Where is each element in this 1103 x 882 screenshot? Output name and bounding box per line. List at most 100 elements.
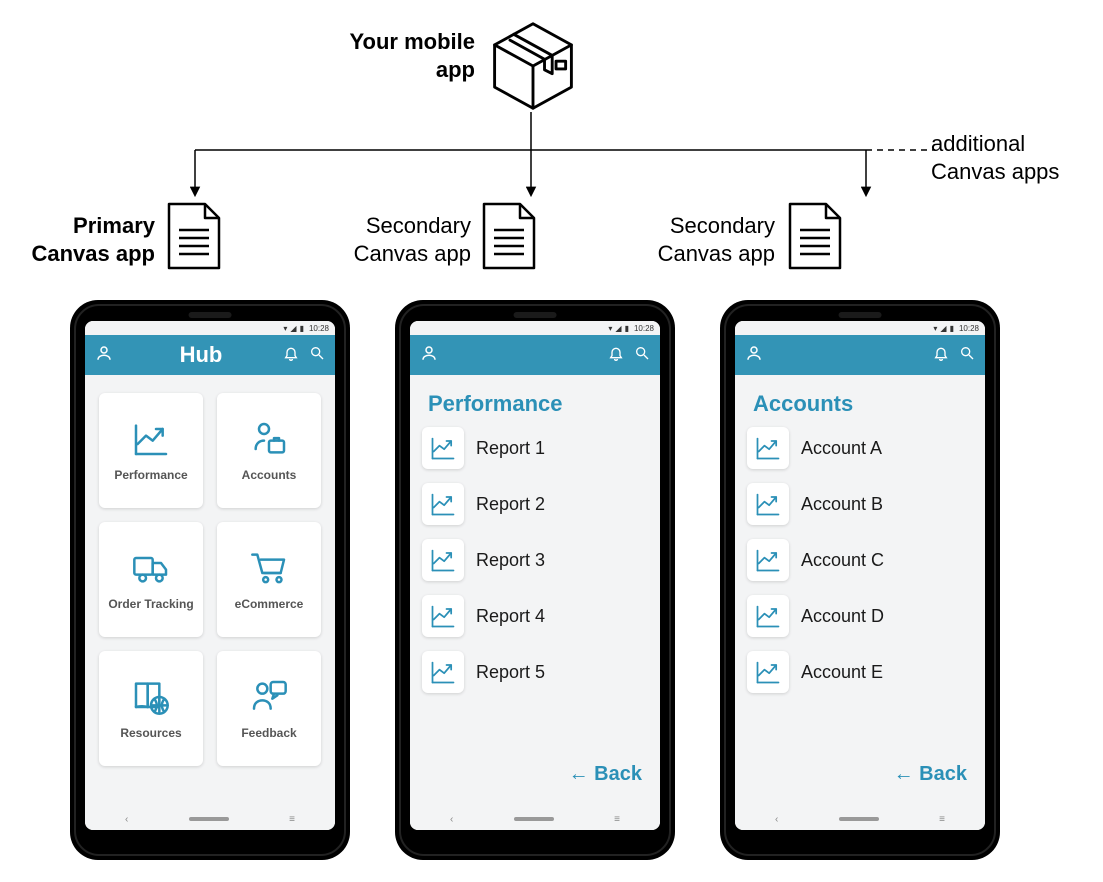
section-title: Accounts <box>753 391 971 417</box>
chart-icon <box>422 651 464 693</box>
nav-recent-icon[interactable]: ≡ <box>289 814 295 825</box>
bell-icon[interactable] <box>608 345 624 366</box>
profile-icon[interactable] <box>420 344 444 367</box>
hub-grid: Performance Accounts Order Tracking eCom… <box>97 387 323 772</box>
app-bar: Hub <box>85 335 335 375</box>
phone-accounts-screen: ▾ ◢ ▮ 10:28 . Accounts <box>735 321 985 830</box>
android-nav-bar: ‹ ≡ <box>410 808 660 830</box>
signal-icon: ◢ <box>290 324 296 333</box>
back-button[interactable]: ← Back <box>894 755 973 802</box>
list-item[interactable]: Account D <box>747 595 973 637</box>
list-item-label: Account A <box>801 438 882 459</box>
status-bar: ▾ ◢ ▮ 10:28 <box>735 321 985 335</box>
list-item[interactable]: Report 1 <box>422 427 648 469</box>
document-icon-0 <box>165 200 223 272</box>
list-item-label: Report 2 <box>476 494 545 515</box>
nav-recent-icon[interactable]: ≡ <box>939 814 945 825</box>
search-icon[interactable] <box>959 345 975 366</box>
diagram-stage: Your mobileapp additionalCanvas apps Pri… <box>0 0 1103 882</box>
hub-tile-ecommerce[interactable]: eCommerce <box>217 522 321 637</box>
list-item-label: Report 3 <box>476 550 545 571</box>
list-item[interactable]: Report 3 <box>422 539 648 581</box>
nav-back-icon[interactable]: ‹ <box>125 814 128 825</box>
list-item-label: Account B <box>801 494 883 515</box>
document-icon-2 <box>786 200 844 272</box>
list-item[interactable]: Report 4 <box>422 595 648 637</box>
nav-recent-icon[interactable]: ≡ <box>614 814 620 825</box>
section-title: Performance <box>428 391 646 417</box>
list-item[interactable]: Account A <box>747 427 973 469</box>
android-nav-bar: ‹ ≡ <box>735 808 985 830</box>
nav-home-icon[interactable] <box>514 817 554 821</box>
hub-tile-performance[interactable]: Performance <box>99 393 203 508</box>
bell-icon[interactable] <box>283 345 299 366</box>
nav-home-icon[interactable] <box>189 817 229 821</box>
tile-label: Resources <box>120 726 181 740</box>
chart-icon <box>129 420 173 458</box>
performance-list: Report 1 Report 2 Report 3 Report 4 Repo… <box>422 427 648 693</box>
nav-home-icon[interactable] <box>839 817 879 821</box>
list-item-label: Account C <box>801 550 884 571</box>
back-button[interactable]: ← Back <box>569 755 648 802</box>
list-item-label: Account E <box>801 662 883 683</box>
battery-icon: ▮ <box>625 324 629 333</box>
status-bar: ▾ ◢ ▮ 10:28 <box>410 321 660 335</box>
list-item-label: Account D <box>801 606 884 627</box>
status-time: 10:28 <box>959 324 979 333</box>
list-item[interactable]: Report 5 <box>422 651 648 693</box>
signal-icon: ◢ <box>940 324 946 333</box>
phone-hub: ▾ ◢ ▮ 10:28 Hub Perfo <box>70 300 350 860</box>
tile-label: Performance <box>114 468 187 482</box>
app-bar: . <box>735 335 985 375</box>
nav-back-icon[interactable]: ‹ <box>775 814 778 825</box>
truck-icon <box>129 549 173 587</box>
list-item-label: Report 4 <box>476 606 545 627</box>
branch-label-2: SecondaryCanvas app <box>620 212 775 267</box>
tile-label: eCommerce <box>235 597 304 611</box>
hub-tile-resources[interactable]: Resources <box>99 651 203 766</box>
tile-label: Order Tracking <box>108 597 193 611</box>
phone-performance-screen: ▾ ◢ ▮ 10:28 . Performance <box>410 321 660 830</box>
cart-icon <box>247 549 291 587</box>
status-bar: ▾ ◢ ▮ 10:28 <box>85 321 335 335</box>
tile-label: Feedback <box>241 726 296 740</box>
app-bar: . <box>410 335 660 375</box>
bell-icon[interactable] <box>933 345 949 366</box>
document-icon-1 <box>480 200 538 272</box>
list-item[interactable]: Account E <box>747 651 973 693</box>
list-item-label: Report 5 <box>476 662 545 683</box>
list-item-label: Report 1 <box>476 438 545 459</box>
profile-icon[interactable] <box>95 344 119 367</box>
phone-performance: ▾ ◢ ▮ 10:28 . Performance <box>395 300 675 860</box>
chart-icon <box>747 595 789 637</box>
branch-label-0: PrimaryCanvas app <box>0 212 155 267</box>
app-bar-title: Hub <box>119 342 283 368</box>
battery-icon: ▮ <box>300 324 304 333</box>
chart-icon <box>422 483 464 525</box>
search-icon[interactable] <box>634 345 650 366</box>
list-item[interactable]: Report 2 <box>422 483 648 525</box>
list-item[interactable]: Account B <box>747 483 973 525</box>
search-icon[interactable] <box>309 345 325 366</box>
hub-tile-feedback[interactable]: Feedback <box>217 651 321 766</box>
accounts-list: Account A Account B Account C Account D … <box>747 427 973 693</box>
status-time: 10:28 <box>634 324 654 333</box>
nav-back-icon[interactable]: ‹ <box>450 814 453 825</box>
tile-label: Accounts <box>242 468 297 482</box>
chart-icon <box>747 651 789 693</box>
chart-icon <box>747 427 789 469</box>
chart-icon <box>422 539 464 581</box>
profile-icon[interactable] <box>745 344 769 367</box>
hub-tile-accounts[interactable]: Accounts <box>217 393 321 508</box>
list-item[interactable]: Account C <box>747 539 973 581</box>
person-chat-icon <box>247 678 291 716</box>
wifi-icon: ▾ <box>608 324 612 333</box>
hub-tile-order-tracking[interactable]: Order Tracking <box>99 522 203 637</box>
chart-icon <box>422 427 464 469</box>
book-globe-icon <box>129 678 173 716</box>
phone-hub-screen: ▾ ◢ ▮ 10:28 Hub Perfo <box>85 321 335 830</box>
chart-icon <box>747 539 789 581</box>
wifi-icon: ▾ <box>933 324 937 333</box>
battery-icon: ▮ <box>950 324 954 333</box>
person-briefcase-icon <box>247 420 291 458</box>
